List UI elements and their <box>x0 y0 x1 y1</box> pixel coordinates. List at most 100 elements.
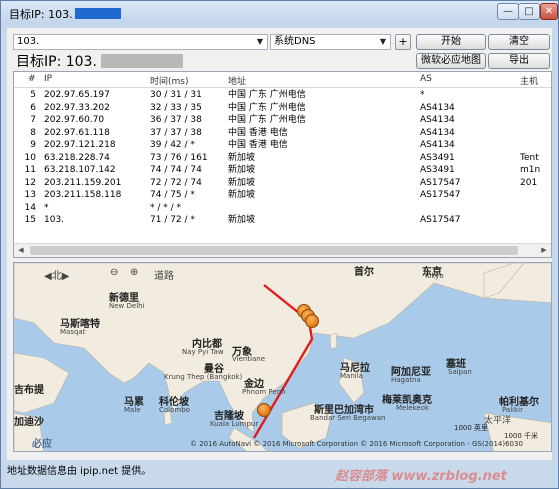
close-button[interactable]: ✕ <box>540 3 558 20</box>
table-row[interactable]: 6 202.97.33.202 32 / 33 / 35 中国 广东 广州电信 AS41… <box>14 103 551 114</box>
land-taiwan <box>329 332 338 350</box>
scroll-left-icon[interactable]: ◀ <box>14 244 28 257</box>
map-sublabel: Phnom Penh <box>242 388 286 396</box>
hop-ip: * <box>44 202 49 213</box>
map-sublabel: Saipan <box>448 368 472 376</box>
hop-address: 新加坡 <box>228 177 256 188</box>
redacted-ip-block <box>100 54 183 68</box>
hop-time: 71 / 72 / * <box>150 215 195 225</box>
hop-marker[interactable] <box>305 314 319 328</box>
hop-marker[interactable] <box>257 403 271 417</box>
table-row[interactable]: 14 * * / * / * <box>14 203 551 214</box>
hop-ip: 103. <box>44 215 65 225</box>
target-ip-combobox[interactable]: 103. ▼ <box>13 34 268 50</box>
table-row[interactable]: 12 203.211.159.201 72 / 72 / 74 新加坡 AS17547 2… <box>14 178 551 189</box>
table-row[interactable]: 10 63.218.228.74 73 / 76 / 161 新加坡 AS3491 Ten… <box>14 153 551 164</box>
hop-address: 新加坡 <box>228 165 256 175</box>
table-row[interactable]: 5 202.97.65.197 30 / 31 / 31 中国 广东 广州电信 * <box>14 90 551 101</box>
hop-index: 6 <box>30 102 36 113</box>
map-label: 吉布提 <box>14 385 44 396</box>
horizontal-scrollbar[interactable]: ◀ ▶ <box>14 243 551 257</box>
hop-as: AS3491 <box>420 165 455 175</box>
hop-as: AS17547 <box>420 215 461 225</box>
zoom-in-button[interactable]: ⊕ <box>130 267 138 278</box>
chevron-down-icon[interactable]: ▼ <box>376 35 390 49</box>
hop-time: 74 / 74 / 74 <box>150 165 202 175</box>
route-map[interactable]: ◀北▶ ⊖ ⊕ 道路 必应 新德里 New Delhi 马斯喀特 Masqat … <box>13 262 552 452</box>
dns-select[interactable]: 系统DNS ▼ <box>270 34 391 50</box>
hop-ip: 63.218.228.74 <box>44 152 110 163</box>
hop-ip: 202.97.65.197 <box>44 90 110 100</box>
table-row[interactable]: 11 63.218.107.142 74 / 74 / 74 新加坡 AS3491 m1n <box>14 165 551 176</box>
compass-north-control[interactable]: ◀北▶ <box>44 267 69 282</box>
client-area: 103. ▼ 系统DNS ▼ + 开始 清空 目标IP: 103. 微软必应地图… <box>7 28 552 460</box>
chevron-down-icon[interactable]: ▼ <box>253 35 267 49</box>
hop-time: 37 / 37 / 38 <box>150 127 202 138</box>
column-header-host[interactable]: 主机 <box>520 74 538 87</box>
clear-button[interactable]: 清空 <box>488 34 550 50</box>
hop-time: 73 / 76 / 161 <box>150 152 208 163</box>
add-dns-button[interactable]: + <box>395 34 411 50</box>
hop-host: Tent <box>520 152 539 163</box>
map-sublabel: Manila <box>340 372 363 380</box>
status-text: 地址数据信息由 ipip.net 提供。 <box>7 466 152 477</box>
hop-as: AS4134 <box>420 127 455 138</box>
map-style-select[interactable]: 道路 <box>154 267 174 282</box>
hop-as: AS17547 <box>420 190 461 200</box>
hop-index: 7 <box>30 115 36 125</box>
bing-logo: 必应 <box>32 439 52 450</box>
hop-address: 新加坡 <box>228 190 256 200</box>
map-copyright: © 2016 AutoNavi © 2016 Microsoft Corpora… <box>190 440 523 448</box>
table-row[interactable]: 13 203.211.158.118 74 / 75 / * 新加坡 AS17547 <box>14 190 551 201</box>
column-header-as[interactable]: AS <box>420 74 432 84</box>
hop-host: m1n <box>520 165 541 175</box>
scale-miles: 1000 英里 <box>454 424 489 432</box>
column-header-time[interactable]: 时间(ms) <box>150 74 188 87</box>
hop-index: 13 <box>24 190 36 200</box>
map-sublabel: Melekeok <box>396 404 430 412</box>
map-sublabel: Kuala Lumpur <box>210 420 259 428</box>
trace-table[interactable]: # IP 时间(ms) 地址 AS 主机 5 202.97.65.197 30 / … <box>13 71 552 258</box>
column-header-ip[interactable]: IP <box>44 74 52 84</box>
hop-index: 14 <box>24 202 36 213</box>
hop-address: 中国 广东 广州电信 <box>228 102 306 113</box>
hop-as: * <box>420 90 425 100</box>
table-row[interactable]: 9 202.97.121.218 39 / 42 / * 中国 香港 电信 AS4134 <box>14 140 551 151</box>
target-ip-value: 103. <box>17 36 40 47</box>
hop-time: 74 / 75 / * <box>150 190 195 200</box>
scroll-right-icon[interactable]: ▶ <box>537 244 551 257</box>
hop-time: 72 / 72 / 74 <box>150 177 202 188</box>
bing-map-button[interactable]: 微软必应地图 <box>416 53 486 69</box>
export-button[interactable]: 导出 <box>488 53 550 69</box>
map-sublabel: Bandar Seri Begawan <box>310 414 386 422</box>
table-row[interactable]: 15 103. 71 / 72 / * 新加坡 AS17547 <box>14 215 551 226</box>
hop-time: 36 / 37 / 38 <box>150 115 202 125</box>
table-row[interactable]: 8 202.97.61.118 37 / 37 / 38 中国 香港 电信 AS4134 <box>14 128 551 139</box>
map-sublabel: Male <box>124 406 141 414</box>
table-row[interactable]: 7 202.97.60.70 36 / 37 / 38 中国 广东 广州电信 AS413… <box>14 115 551 126</box>
map-label: 首尔 <box>354 267 374 278</box>
start-button[interactable]: 开始 <box>416 34 486 50</box>
maximize-button[interactable]: □ <box>518 3 540 20</box>
hop-as: AS4134 <box>420 140 455 150</box>
hop-address: 中国 广东 广州电信 <box>228 90 306 100</box>
minimize-button[interactable]: — <box>497 3 519 20</box>
column-header-index[interactable]: # <box>28 74 36 84</box>
hop-ip: 202.97.33.202 <box>44 102 110 113</box>
window-title: 目标IP: 103. <box>9 6 121 22</box>
hop-ip: 202.97.60.70 <box>44 115 105 125</box>
hop-time: 30 / 31 / 31 <box>150 90 202 100</box>
title-bar: 目标IP: 103. — □ ✕ <box>1 1 558 25</box>
app-window: 目标IP: 103. — □ ✕ 103. ▼ 系统DNS ▼ + 开始 清空 … <box>0 0 559 489</box>
hop-as: AS4134 <box>420 115 455 125</box>
hop-index: 9 <box>30 140 36 150</box>
dns-select-value: 系统DNS <box>274 36 316 47</box>
column-header-address[interactable]: 地址 <box>228 74 246 87</box>
hop-host: 201 <box>520 177 538 188</box>
map-sublabel: Colombo <box>159 406 190 414</box>
redacted-ip-block <box>74 8 121 19</box>
scrollbar-thumb[interactable] <box>30 246 518 255</box>
hop-ip: 202.97.61.118 <box>44 127 110 138</box>
map-sublabel: Masqat <box>60 328 86 336</box>
zoom-out-button[interactable]: ⊖ <box>110 267 118 278</box>
